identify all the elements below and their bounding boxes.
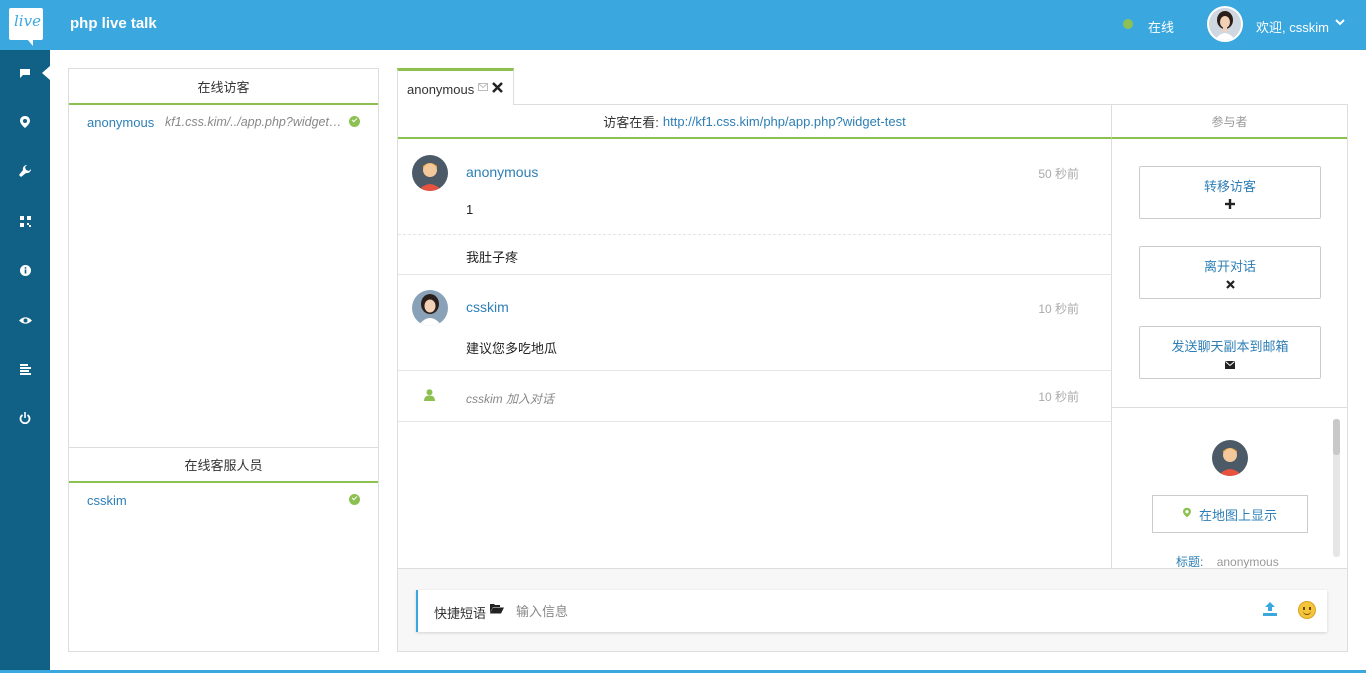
chat-icon[interactable] [0,58,50,88]
chat-box: 访客在看: http://kf1.css.kim/php/app.php?wid… [397,104,1348,652]
map-marker-icon[interactable] [0,107,50,137]
top-bar: live php live talk 在线 欢迎, csskim [0,0,1366,50]
show-on-map-label: 在地图上显示 [1198,507,1277,523]
list-icon[interactable] [0,354,50,384]
visitor-row[interactable]: anonymous kf1.css.kim/../app.php?widget-… [69,105,378,141]
upload-icon[interactable] [1263,602,1277,619]
message-list: anonymous 50 秒前 1 我肚子疼 csskim 10 秒前 建议您多… [398,139,1111,569]
qrcode-icon[interactable] [0,206,50,236]
user-icon [424,389,435,404]
quick-phrases-button[interactable]: 快捷短语 [434,603,486,622]
message-time: 10 秒前 [1038,302,1079,316]
check-circle-icon [349,116,360,127]
user-avatar[interactable] [1207,6,1243,42]
message-time: 10 秒前 [1038,390,1079,404]
message-text: 1 [466,202,474,217]
composer-area: 快捷短语 [398,568,1347,651]
participants-scrollbar[interactable] [1333,419,1340,557]
map-marker-icon [1182,507,1191,521]
online-status-dot [1123,19,1133,29]
envelope-icon [478,83,488,94]
staff-section: 在线客服人员 csskim [69,447,378,519]
emoji-icon[interactable] [1298,601,1316,619]
viewing-url-link[interactable]: http://kf1.css.kim/php/app.php?widget-te… [663,114,906,129]
logo-text: live [14,12,41,30]
sidebar [0,50,50,673]
info-icon[interactable] [0,255,50,285]
show-on-map-button[interactable]: 在地图上显示 [1152,495,1308,533]
chevron-down-icon[interactable] [1334,16,1346,31]
participant-title-label: 标题: [1176,555,1204,569]
leave-chat-button[interactable]: 离开对话 [1139,246,1321,299]
email-transcript-button[interactable]: 发送聊天副本到邮箱 [1139,326,1321,379]
message-text: 建议您多吃地瓜 [466,341,558,356]
transfer-visitor-button[interactable]: 转移访客 [1139,166,1321,219]
power-icon[interactable] [0,403,50,433]
message-text: 我肚子疼 [466,250,519,265]
close-icon[interactable] [492,80,503,96]
plus-icon [1140,198,1320,212]
staff-row[interactable]: csskim [69,483,378,519]
participants-panel: 转移访客 离开对话 发送聊天副本到邮箱 在地图上显示 标题: anonymous [1111,139,1348,569]
left-panel: 在线访客 anonymous kf1.css.kim/../app.php?wi… [68,68,379,652]
staff-name[interactable]: csskim [87,493,127,508]
visitor-viewing-bar: 访客在看: http://kf1.css.kim/php/app.php?wid… [398,105,1111,139]
email-transcript-label: 发送聊天副本到邮箱 [1171,339,1289,354]
eye-icon[interactable] [0,305,50,335]
visitor-url: kf1.css.kim/../app.php?widget-test [165,115,343,129]
logo[interactable]: live [9,8,43,46]
app-title: php live talk [70,15,157,32]
participant-avatar [1212,440,1248,476]
folder-open-icon[interactable] [490,603,504,617]
message-item: csskim 10 秒前 建议您多吃地瓜 [398,275,1111,371]
viewing-label: 访客在看: [603,114,659,130]
participant-title-value: anonymous [1216,555,1279,569]
check-circle-icon [349,494,360,505]
message-time: 50 秒前 [1038,167,1079,181]
close-icon [1140,278,1320,292]
transfer-visitor-label: 转移访客 [1203,179,1256,194]
participants-divider [1112,407,1348,408]
visitor-name[interactable]: anonymous [87,115,154,130]
message-input[interactable] [516,601,1216,621]
visitor-avatar [412,155,448,191]
message-sender[interactable]: csskim [466,299,509,315]
system-message-text: csskim 加入对话 [466,392,554,406]
staff-panel-title: 在线客服人员 [69,447,378,483]
leave-chat-label: 离开对话 [1203,259,1256,274]
message-item: anonymous 50 秒前 1 我肚子疼 [398,139,1111,275]
composer-box: 快捷短语 [416,590,1327,632]
wrench-icon[interactable] [0,156,50,186]
participants-header: 参与者 [1111,105,1347,139]
envelope-icon [1140,358,1320,372]
system-message: csskim 加入对话 10 秒前 [398,371,1111,422]
online-status-text[interactable]: 在线 [1148,17,1174,36]
message-divider [398,234,1111,235]
chat-tab[interactable]: anonymous [397,68,514,105]
visitors-panel-title: 在线访客 [69,69,378,105]
welcome-text[interactable]: 欢迎, csskim [1256,17,1329,36]
chat-tab-label: anonymous [407,82,475,97]
message-sender[interactable]: anonymous [466,164,538,180]
agent-avatar [412,290,448,326]
